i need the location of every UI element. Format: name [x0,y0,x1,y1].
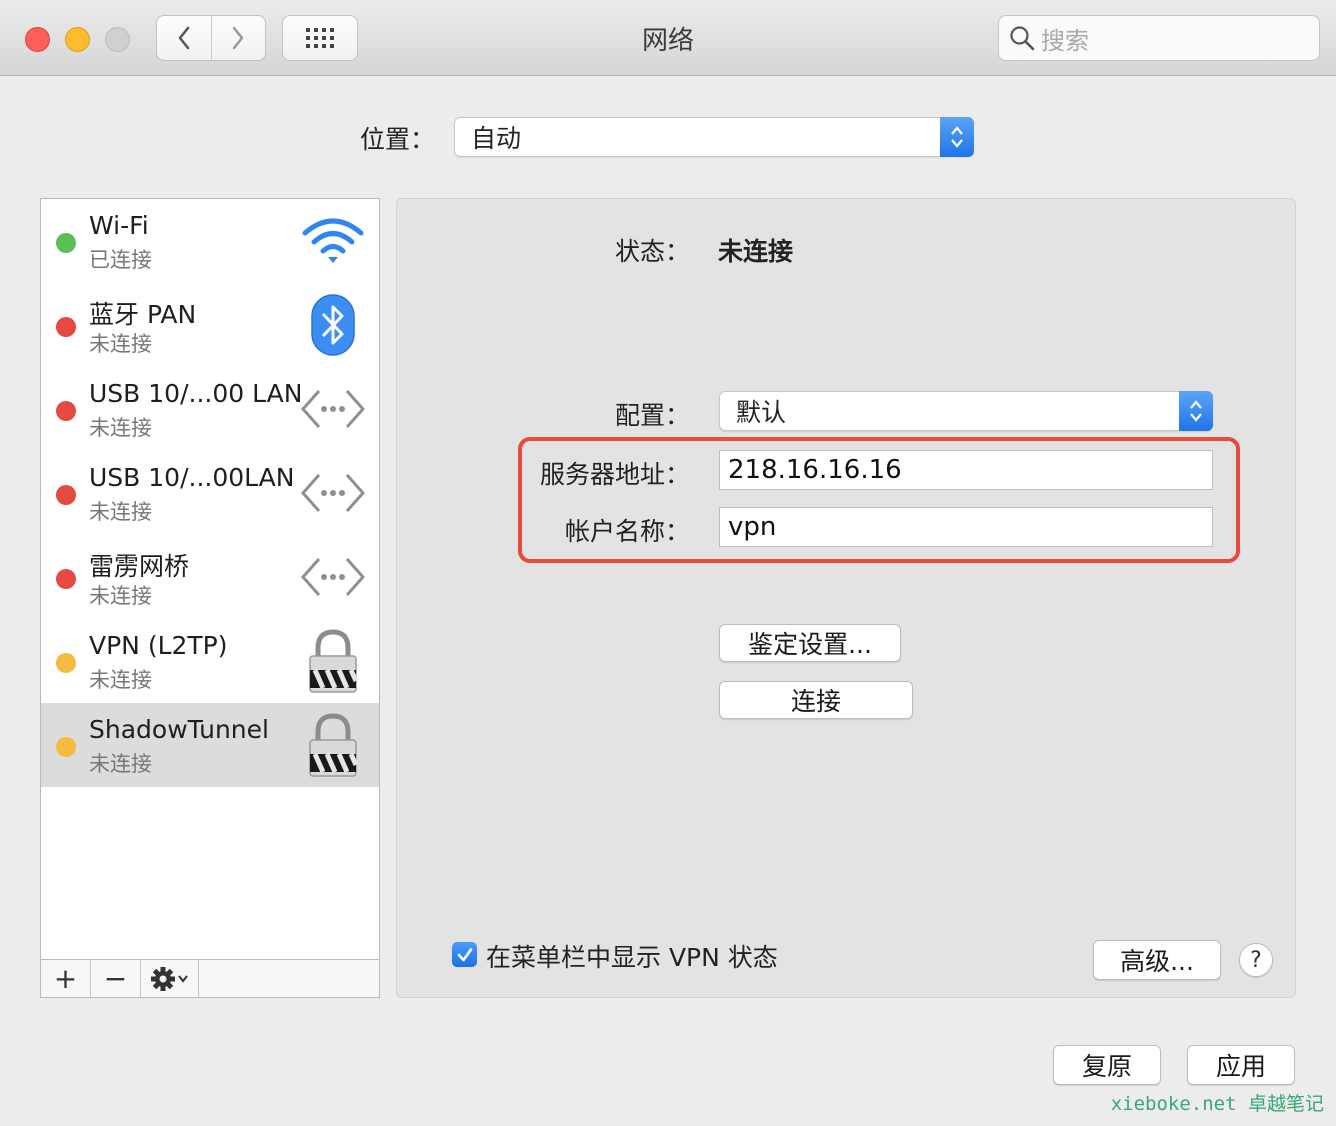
service-item-wifi[interactable]: Wi-Fi 已连接 [41,199,379,283]
config-value: 默认 [736,398,787,427]
authentication-settings-button[interactable]: 鉴定设置... [719,624,901,662]
search-placeholder: 搜索 [1041,26,1089,55]
service-item-shadowtunnel[interactable]: ShadowTunnel 未连接 [41,703,379,787]
ethernet-icon [301,461,365,525]
vpn-lock-icon [301,629,365,693]
search-icon [1010,26,1035,51]
status-dot [56,401,76,421]
status-value: 未连接 [718,237,794,266]
service-name: USB 10/...00LAN [89,463,295,492]
remove-service-button[interactable]: − [91,960,141,997]
service-status: 未连接 [89,584,152,608]
service-list-toolbar: + − [41,959,379,997]
server-address-field[interactable]: 218.16.16.16 [719,450,1213,490]
up-down-arrows-icon [1190,400,1202,422]
service-name: USB 10/...00 LAN [89,379,303,408]
wifi-icon [301,209,365,273]
detail-panel [396,198,1296,998]
service-item-usb-lan-2[interactable]: USB 10/...00LAN 未连接 [41,451,379,535]
status-dot [56,233,76,253]
service-item-bluetooth-pan[interactable]: 蓝牙 PAN 未连接 [41,283,379,367]
show-vpn-status-checkbox[interactable] [452,942,477,967]
service-actions-button[interactable] [141,960,199,997]
show-vpn-status-label: 在菜单栏中显示 VPN 状态 [486,943,778,972]
account-name-label: 帐户名称： [564,517,690,546]
service-status: 未连接 [89,416,152,440]
config-stepper [1179,391,1213,431]
add-service-button[interactable]: + [41,960,91,997]
service-item-usb-lan-1[interactable]: USB 10/...00 LAN 未连接 [41,367,379,451]
service-item-vpn-l2tp[interactable]: VPN (L2TP) 未连接 [41,619,379,703]
watermark: xieboke.net 卓越笔记 [1110,1093,1324,1115]
location-stepper [940,117,974,157]
status-dot [56,569,76,589]
location-label: 位置： [360,125,436,154]
help-button[interactable]: ? [1239,943,1273,977]
service-status: 未连接 [89,500,152,524]
status-dot [56,653,76,673]
ethernet-icon [301,545,365,609]
ethernet-icon [301,377,365,441]
service-status: 未连接 [89,668,152,692]
status-dot [56,737,76,757]
service-name: 雷雳网桥 [89,552,190,581]
service-name: Wi-Fi [89,211,149,240]
location-value: 自动 [471,124,522,153]
vpn-lock-icon [301,713,365,777]
revert-button[interactable]: 复原 [1053,1045,1161,1085]
up-down-arrows-icon [951,126,963,148]
title-bar: 网络 搜索 [0,0,1336,76]
account-name-field[interactable]: vpn [719,507,1213,547]
checkmark-icon [457,947,472,961]
service-name: VPN (L2TP) [89,631,228,660]
status-label: 状态： [614,237,690,266]
service-status: 已连接 [89,248,152,272]
service-item-thunderbolt-bridge[interactable]: 雷雳网桥 未连接 [41,535,379,619]
status-dot [56,317,76,337]
connect-button[interactable]: 连接 [719,681,913,719]
location-popup[interactable]: 自动 [454,117,974,157]
advanced-button[interactable]: 高级... [1093,940,1221,980]
search-field[interactable]: 搜索 [998,15,1320,61]
service-name: ShadowTunnel [89,715,269,744]
bluetooth-icon [301,293,365,357]
server-address-label: 服务器地址： [539,460,690,489]
service-name: 蓝牙 PAN [89,300,197,329]
config-label: 配置： [614,401,690,430]
status-dot [56,485,76,505]
apply-button[interactable]: 应用 [1187,1045,1295,1085]
service-status: 未连接 [89,332,152,356]
config-popup[interactable]: 默认 [719,391,1213,431]
service-list: Wi-Fi 已连接 蓝牙 PAN 未连接 USB 10/...00 LAN 未连… [40,198,380,998]
service-status: 未连接 [89,752,152,776]
gear-icon [150,966,188,991]
